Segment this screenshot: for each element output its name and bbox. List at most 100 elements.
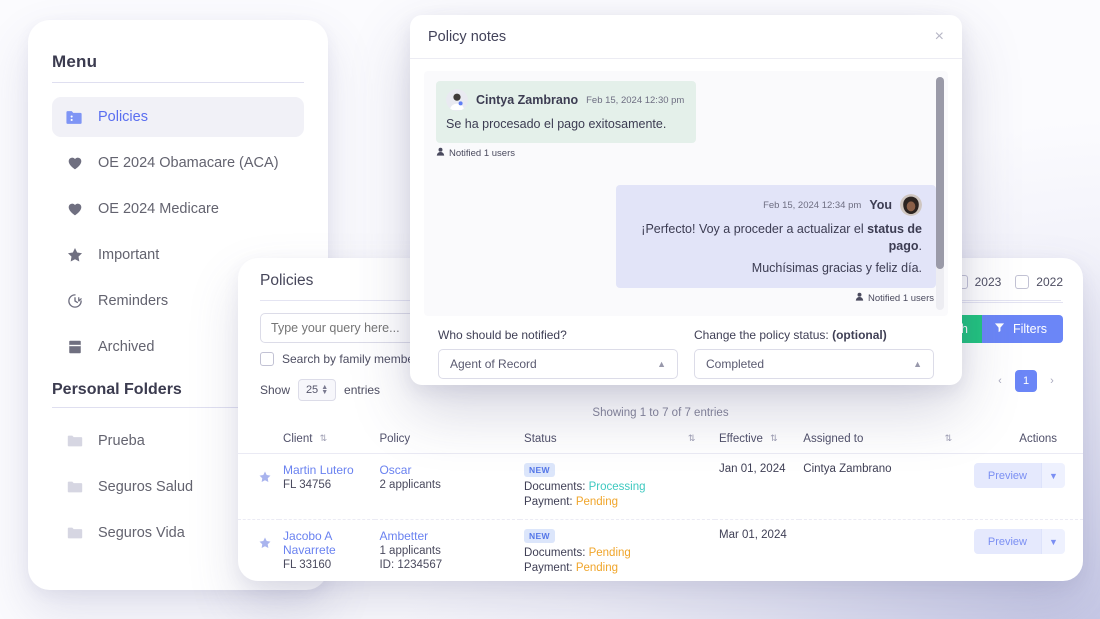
documents-label: Documents: bbox=[524, 547, 585, 559]
preview-button[interactable]: Preview bbox=[974, 463, 1041, 488]
actions-cell: Preview ▼ bbox=[970, 520, 1083, 582]
person-icon bbox=[855, 292, 864, 304]
pagination: ‹ 1 › bbox=[989, 370, 1063, 392]
col-actions-label: Actions bbox=[1019, 433, 1057, 445]
policy-applicants: 1 applicants bbox=[379, 545, 516, 557]
status-field: Change the policy status: (optional) Com… bbox=[694, 328, 934, 379]
col-policy[interactable]: Policy bbox=[375, 427, 520, 454]
sort-icon: ⇅ bbox=[320, 433, 328, 444]
entries-per-page-select[interactable]: 25 ▲▼ bbox=[298, 379, 336, 401]
status-badge: NEW bbox=[524, 463, 555, 477]
chevron-down-icon[interactable]: ▼ bbox=[1041, 463, 1065, 488]
pagination-next[interactable]: › bbox=[1041, 370, 1063, 392]
effective-date: Jan 01, 2024 bbox=[715, 454, 799, 520]
sidebar-item-oe-2024-medicare[interactable]: OE 2024 Medicare bbox=[52, 189, 304, 229]
notify-field: Who should be notified? Agent of Record … bbox=[438, 328, 678, 379]
documents-status: Documents: Pending bbox=[524, 546, 711, 561]
table-row[interactable]: Martin Lutero FL 34756 Oscar 2 applicant… bbox=[238, 454, 1083, 520]
pagination-prev[interactable]: ‹ bbox=[989, 370, 1011, 392]
preview-button[interactable]: Preview bbox=[974, 529, 1041, 554]
favorite-star-icon[interactable] bbox=[258, 536, 275, 553]
col-assigned-label: Assigned to bbox=[803, 433, 863, 445]
close-icon[interactable]: × bbox=[935, 29, 944, 45]
table-row[interactable]: Jacobo A Navarrete FL 33160 Ambetter 1 a… bbox=[238, 520, 1083, 582]
notified-label: Notified 1 users bbox=[436, 147, 936, 159]
sidebar-item-oe-2024-obamacare-aca[interactable]: OE 2024 Obamacare (ACA) bbox=[52, 143, 304, 183]
message-timestamp: Feb 15, 2024 12:30 pm bbox=[586, 95, 684, 106]
heart-icon bbox=[65, 200, 84, 219]
notify-select-value: Agent of Record bbox=[450, 357, 537, 371]
client-name-link[interactable]: Jacobo A Navarrete bbox=[283, 529, 371, 557]
sidebar-item-label: OE 2024 Medicare bbox=[98, 201, 219, 217]
sidebar-folder-label: Seguros Salud bbox=[98, 479, 193, 495]
person-icon bbox=[436, 147, 445, 159]
status-select[interactable]: Completed ▲ bbox=[694, 349, 934, 379]
heart-icon bbox=[65, 154, 84, 173]
col-effective[interactable]: Effective ⇅ bbox=[715, 427, 799, 454]
payment-status: Payment: Pending bbox=[524, 561, 711, 576]
entries-per-page-value: 25 bbox=[306, 384, 318, 396]
notify-label: Who should be notified? bbox=[438, 328, 678, 342]
notified-text: Notified 1 users bbox=[449, 148, 515, 159]
year-filter-2022[interactable]: 2022 bbox=[1015, 275, 1063, 289]
policy-name-link[interactable]: Oscar bbox=[379, 463, 516, 477]
archive-icon bbox=[65, 338, 84, 357]
year-2023-label: 2023 bbox=[975, 275, 1002, 289]
status-label-optional: (optional) bbox=[832, 328, 887, 342]
sort-icon: ⇅ bbox=[688, 433, 696, 444]
modal-body: Cintya Zambrano Feb 15, 2024 12:30 pm Se… bbox=[410, 59, 962, 379]
policies-table: Client ⇅ Policy Status ⇅ Effective ⇅ Ass… bbox=[238, 427, 1083, 581]
scrollbar-thumb[interactable] bbox=[936, 77, 944, 269]
notify-select[interactable]: Agent of Record ▲ bbox=[438, 349, 678, 379]
policy-id: ID: 1234567 bbox=[379, 559, 516, 571]
col-assigned-to[interactable]: Assigned to ⇅ bbox=[799, 427, 970, 454]
actions-cell: Preview ▼ bbox=[970, 454, 1083, 520]
col-policy-label: Policy bbox=[379, 433, 410, 445]
modal-form: Who should be notified? Agent of Record … bbox=[424, 316, 948, 379]
filters-button[interactable]: Filters bbox=[982, 315, 1063, 343]
filter-icon bbox=[994, 322, 1005, 336]
documents-value: Processing bbox=[589, 481, 646, 493]
message-item: Cintya Zambrano Feb 15, 2024 12:30 pm Se… bbox=[436, 81, 936, 159]
status-cell: NEW Documents: Pending Payment: Pending bbox=[520, 520, 715, 582]
status-label-pre: Change the policy status: bbox=[694, 328, 832, 342]
message-item: Feb 15, 2024 12:34 pm You ¡Perfecto! Voy… bbox=[436, 185, 936, 304]
sidebar-item-label: Archived bbox=[98, 339, 154, 355]
assigned-to: Cintya Zambrano bbox=[799, 454, 970, 520]
client-cell: Jacobo A Navarrete FL 33160 bbox=[279, 520, 375, 582]
family-members-checkbox[interactable] bbox=[260, 352, 274, 366]
pagination-page-1[interactable]: 1 bbox=[1015, 370, 1037, 392]
message-text-pre: ¡Perfecto! Voy a proceder a actualizar e… bbox=[641, 222, 867, 236]
clock-icon bbox=[65, 292, 84, 311]
message-bubble-incoming: Cintya Zambrano Feb 15, 2024 12:30 pm Se… bbox=[436, 81, 696, 143]
message-header: Feb 15, 2024 12:34 pm You bbox=[630, 194, 922, 216]
year-2022-checkbox[interactable] bbox=[1015, 275, 1029, 289]
sidebar-item-policies[interactable]: Policies bbox=[52, 97, 304, 137]
row-select-cell bbox=[238, 520, 279, 582]
row-select-cell bbox=[238, 454, 279, 520]
message-text-post: . bbox=[919, 239, 922, 253]
policy-name-link[interactable]: Ambetter bbox=[379, 529, 516, 543]
col-status[interactable]: Status ⇅ bbox=[520, 427, 715, 454]
chevron-down-icon[interactable]: ▼ bbox=[1041, 529, 1065, 554]
star-icon bbox=[65, 246, 84, 265]
status-select-value: Completed bbox=[706, 357, 764, 371]
message-text: Se ha procesado el pago exitosamente. bbox=[446, 116, 684, 133]
notified-label: Notified 1 users bbox=[436, 292, 934, 304]
folder-icon bbox=[65, 432, 84, 451]
client-name-link[interactable]: Martin Lutero bbox=[283, 463, 371, 477]
chevron-up-icon: ▲ bbox=[913, 359, 922, 369]
sidebar-item-label: Policies bbox=[98, 109, 148, 125]
documents-label: Documents: bbox=[524, 481, 585, 493]
col-client[interactable]: Client ⇅ bbox=[279, 427, 375, 454]
menu-divider bbox=[52, 82, 304, 83]
client-location: FL 33160 bbox=[283, 559, 371, 571]
favorite-star-icon[interactable] bbox=[258, 470, 275, 487]
message-timestamp: Feb 15, 2024 12:34 pm bbox=[763, 200, 861, 211]
sidebar-folder-label: Seguros Vida bbox=[98, 525, 185, 541]
sidebar-item-label: Reminders bbox=[98, 293, 168, 309]
sort-icon: ⇅ bbox=[945, 433, 953, 444]
payment-label: Payment: bbox=[524, 562, 573, 574]
effective-date: Mar 01, 2024 bbox=[715, 520, 799, 582]
avatar bbox=[446, 89, 468, 111]
